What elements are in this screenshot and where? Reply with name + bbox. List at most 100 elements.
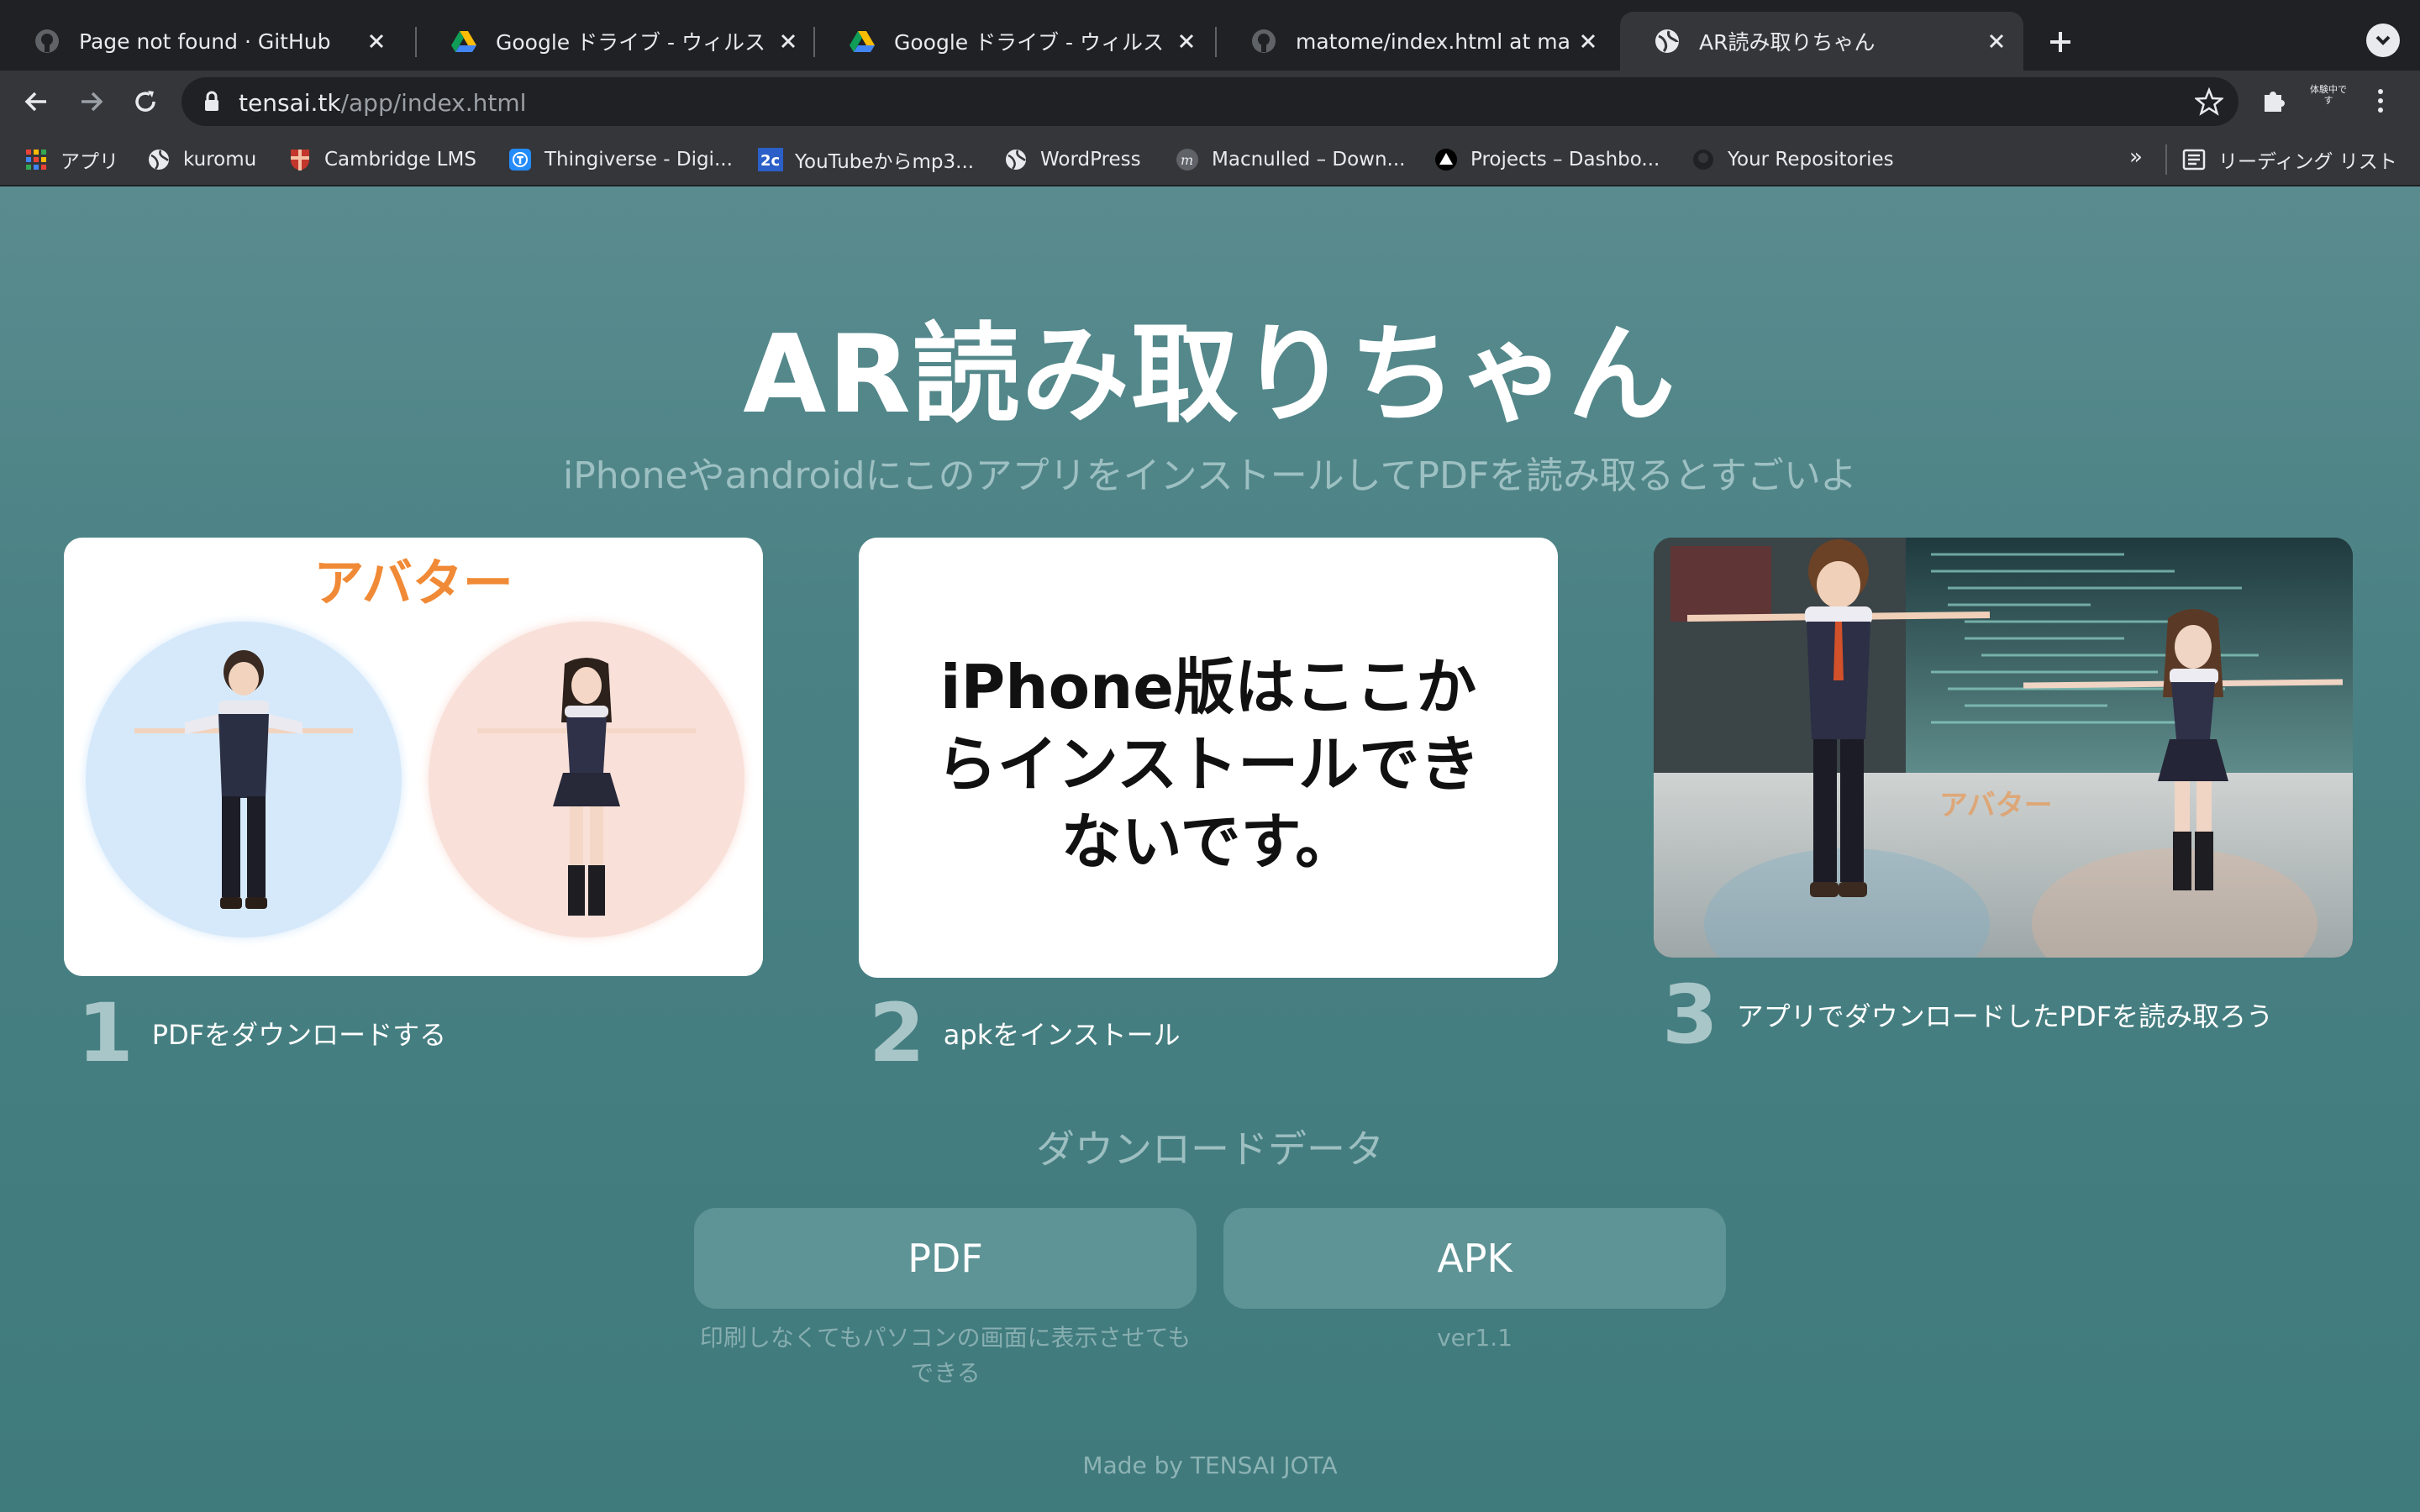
profile-extension-badge[interactable]: 体験中です <box>2307 84 2349 118</box>
bookmark-label: YouTubeからmp3... <box>795 151 975 173</box>
thingiverse-icon <box>508 147 533 172</box>
bookmark-kuromu[interactable]: kuromu <box>146 143 256 176</box>
2c-icon: 2c <box>758 147 783 172</box>
apps-grid-icon <box>24 147 49 172</box>
girl-avatar-figure <box>477 658 696 916</box>
avatar-card-image: アバター <box>64 538 763 976</box>
bookmark-label: kuromu <box>183 149 257 171</box>
google-drive-icon <box>451 31 476 52</box>
step-number: 1 <box>77 986 134 1080</box>
step-number: 2 <box>869 986 925 1080</box>
bookmark-label: Your Repositories <box>1728 149 1894 171</box>
tab-title: AR読み取りちゃん <box>1699 30 1876 55</box>
svg-text:2c: 2c <box>760 152 780 170</box>
reading-list-label: リーディング リスト <box>2218 151 2397 173</box>
tab-google-drive-2[interactable]: Google ドライブ - ウィルス スキャン <box>815 12 1213 71</box>
url-path: /app/index.html <box>340 89 527 117</box>
extensions-button[interactable] <box>2257 84 2291 118</box>
github-icon <box>1691 147 1716 172</box>
step-number: 3 <box>1662 968 1718 1062</box>
step-label: アプリでダウンロードしたPDFを読み取ろう <box>1736 1000 2274 1032</box>
puzzle-icon <box>2265 92 2285 112</box>
bookmark-youtube-mp3[interactable]: 2c YouTubeからmp3... <box>758 143 974 176</box>
tab-search-button[interactable] <box>2366 24 2400 57</box>
tab-close-icon[interactable] <box>771 24 805 58</box>
step-3: 3 アプリでダウンロードしたPDFを読み取ろう <box>1662 974 2273 1055</box>
bookmark-your-repositories[interactable]: Your Repositories <box>1691 143 1894 176</box>
arrow-left-icon <box>24 92 46 112</box>
globe-icon <box>1655 29 1679 53</box>
bookmarks-bar: アプリ kuromu Cambridge LMS Thingiverse - D… <box>0 133 2420 186</box>
avatar-heading: アバター <box>313 554 513 613</box>
chevron-down-icon <box>2375 35 2391 45</box>
bookmark-thingiverse[interactable]: Thingiverse - Digi... <box>508 143 733 176</box>
url-host: tensai.tk <box>239 89 341 117</box>
page-subtitle: iPhoneやandroidにこのアプリをインストールしてPDFを読み取るとすご… <box>563 454 1857 497</box>
bookmark-label: Thingiverse - Digi... <box>544 149 733 171</box>
arrow-right-icon <box>82 92 103 112</box>
iphone-notice-card: iPhone版はここからインストールできないです。 <box>859 538 1558 978</box>
browser-toolbar: tensai.tk/app/index.html 体験中です <box>0 71 2420 133</box>
vercel-triangle-icon <box>1434 147 1459 172</box>
ar-photo-card-image: アバター <box>1654 538 2353 958</box>
bookmark-cambridge-lms[interactable]: Cambridge LMS <box>287 143 476 176</box>
browser-menu-button[interactable] <box>2368 84 2393 118</box>
iphone-notice-text: iPhone版はここからインストールできないです。 <box>936 652 1481 877</box>
pdf-download-button[interactable]: PDF <box>694 1208 1197 1309</box>
reload-icon <box>135 91 155 112</box>
url-text[interactable]: tensai.tk/app/index.html <box>239 89 526 117</box>
tab-title: matome/index.html at main · jota <box>1296 29 1571 54</box>
globe-icon <box>146 147 171 172</box>
bookmark-label: Macnulled – Down... <box>1212 149 1406 171</box>
globe-icon <box>1003 147 1028 172</box>
bookmarks-separator <box>2165 144 2167 175</box>
reading-list-icon <box>2181 147 2207 172</box>
tab-strip: Page not found · GitHub Google ドライブ - ウィ… <box>0 0 2420 71</box>
pdf-note: 印刷しなくてもパソコンの画面に表示させてもできる <box>699 1324 1192 1387</box>
tab-ar-app[interactable]: AR読み取りちゃん <box>1620 12 2023 71</box>
github-icon <box>35 29 59 53</box>
download-heading: ダウンロードデータ <box>1036 1126 1384 1172</box>
reload-button[interactable] <box>126 82 165 121</box>
bookmark-label: WordPress <box>1040 149 1141 171</box>
bookmark-projects-dashboard[interactable]: Projects – Dashbo... <box>1434 143 1660 176</box>
bookmark-label: アプリ <box>60 151 118 173</box>
address-bar[interactable]: tensai.tk/app/index.html <box>182 77 2238 126</box>
cambridge-shield-icon <box>287 147 313 172</box>
boy-avatar-figure <box>134 650 353 909</box>
new-tab-button[interactable] <box>2040 22 2081 62</box>
footer-credit: Made by TENSAI JOTA <box>1082 1452 1338 1479</box>
back-button[interactable] <box>17 82 55 121</box>
bookmark-wordpress[interactable]: WordPress <box>1003 143 1141 176</box>
apk-download-button[interactable]: APK <box>1223 1208 1726 1309</box>
tab-github-matome[interactable]: matome/index.html at main · jota <box>1217 12 1615 71</box>
forward-button[interactable] <box>72 82 111 121</box>
tab-close-icon[interactable] <box>1170 24 1203 58</box>
bookmark-macnulled[interactable]: m Macnulled – Down... <box>1175 143 1406 176</box>
svg-text:アバター: アバター <box>1939 789 2053 822</box>
tab-title: Google ドライブ - ウィルス スキャン <box>496 30 771 55</box>
bookmarks-overflow-button[interactable]: » <box>2129 144 2143 170</box>
step-label: PDFをダウンロードする <box>151 1019 447 1051</box>
ar-screenshot-photo: アバター <box>1654 538 2353 958</box>
tab-google-drive-1[interactable]: Google ドライブ - ウィルス スキャン <box>417 12 815 71</box>
step-label: apkをインストール <box>943 1019 1181 1051</box>
tab-close-icon[interactable] <box>1980 24 2013 58</box>
apk-version-note: ver1.1 <box>1437 1324 1512 1352</box>
macnulled-icon: m <box>1175 147 1200 172</box>
plus-icon <box>2050 32 2070 52</box>
bookmark-star-icon[interactable] <box>2195 87 2223 116</box>
svg-text:m: m <box>1181 152 1193 168</box>
tab-close-icon[interactable] <box>1571 24 1605 58</box>
tab-title: Google ドライブ - ウィルス スキャン <box>894 30 1170 55</box>
page-title: AR読み取りちゃん <box>743 312 1677 438</box>
step-2: 2 apkをインストール <box>869 993 1181 1074</box>
tab-github-404[interactable]: Page not found · GitHub <box>0 12 403 71</box>
step-1: 1 PDFをダウンロードする <box>77 993 446 1074</box>
profile-extension-label: 体験中です <box>2310 84 2347 106</box>
tab-close-icon[interactable] <box>360 24 393 58</box>
google-drive-icon <box>850 31 875 52</box>
web-page: AR読み取りちゃん iPhoneやandroidにこのアプリをインストールしてP… <box>0 186 2420 1512</box>
bookmark-apps[interactable]: アプリ <box>24 143 118 176</box>
reading-list-button[interactable]: リーディング リスト <box>2181 143 2397 176</box>
